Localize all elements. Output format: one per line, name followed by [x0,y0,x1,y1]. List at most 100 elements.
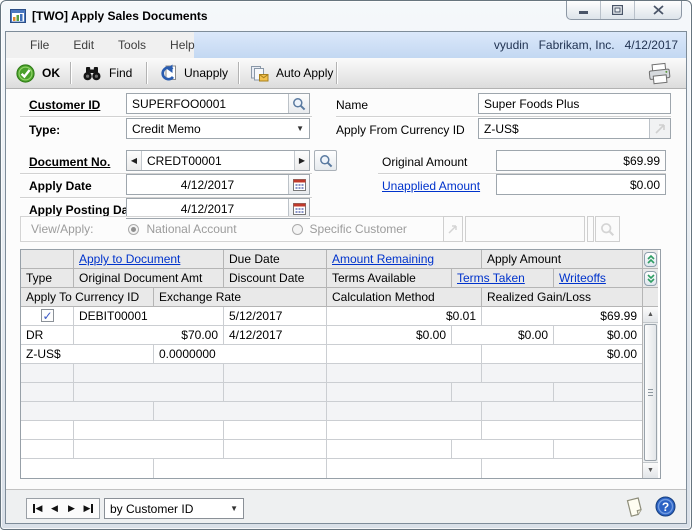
toolbar-separator [70,62,71,84]
apply-checkbox-cell[interactable] [21,307,74,325]
cell-realized-gain-loss[interactable]: $0.00 [482,345,642,363]
document-no-lookup-button[interactable] [314,150,337,171]
sort-by-dropdown[interactable]: by Customer ID ▼ [104,498,244,519]
cell-original-document-amt[interactable]: $70.00 [74,326,224,344]
previous-record-button[interactable]: ◀ [46,500,63,517]
toolbar-separator [238,62,239,84]
grid-cell[interactable] [21,440,74,458]
help-icon[interactable]: ? [655,496,676,517]
cell-type[interactable]: DR [21,326,74,344]
cell-amount-remaining[interactable]: $0.01 [327,307,482,325]
header-apply-to-document-link[interactable]: Apply to Document [79,252,180,266]
menu-help[interactable]: Help [158,32,207,58]
browse-next-button[interactable]: ▶ [294,151,309,170]
cell-apply-to-currency-id[interactable]: Z-US$ [21,345,154,363]
menu-tools[interactable]: Tools [106,32,158,58]
document-no-input[interactable] [142,151,294,170]
customer-id-label[interactable]: Customer ID [29,98,100,112]
scroll-down-arrow[interactable]: ▼ [643,462,658,478]
document-no-label[interactable]: Document No. [29,155,110,169]
divider [336,116,671,117]
magnifier-icon [292,97,306,111]
grid-cell[interactable] [224,364,327,382]
browse-previous-button[interactable]: ◀ [127,151,142,170]
grid-cell[interactable] [224,421,327,439]
grid-cell[interactable] [327,364,482,382]
menu-file[interactable]: File [18,32,61,58]
cell-terms-taken[interactable]: $0.00 [452,326,554,344]
header-terms-available: Terms Available [327,269,452,287]
cell-discount-date[interactable]: 4/12/2017 [224,326,327,344]
grid-cell[interactable] [224,440,327,458]
grid-cell[interactable] [74,383,224,401]
grid-cell[interactable] [327,440,452,458]
svg-text:?: ? [662,500,669,514]
grid-cell[interactable] [452,383,554,401]
grid-cell[interactable] [327,402,482,420]
grid-cell[interactable] [482,421,642,439]
grid-cell[interactable] [554,383,642,401]
note-icon[interactable] [623,494,647,519]
apply-date-calendar-button[interactable] [288,175,309,194]
minimize-button[interactable] [567,1,601,19]
grid-cell[interactable] [327,459,482,478]
type-dropdown[interactable]: Credit Memo ▼ [126,118,310,139]
cell-writeoffs[interactable]: $0.00 [554,326,642,344]
print-button[interactable] [640,61,680,85]
header-writeoffs-link[interactable]: Writeoffs [559,271,606,285]
grid-cell[interactable] [327,421,482,439]
grid-cell[interactable] [21,364,74,382]
radio-specific-customer-label: Specific Customer [310,222,407,236]
header-apply-to-currency-id: Apply To Currency ID [21,288,154,306]
collapse-rows-button[interactable] [644,252,657,267]
grid-cell[interactable] [154,459,327,478]
session-user: vyudin [494,32,529,58]
menu-edit[interactable]: Edit [61,32,106,58]
unapply-arrow-icon [158,64,177,82]
grid-cell[interactable] [74,440,224,458]
grid-cell[interactable] [554,440,642,458]
grid-cell[interactable] [74,364,224,382]
ok-button[interactable]: OK [10,61,66,85]
bar-icon [33,504,35,513]
unapplied-amount-link[interactable]: Unapplied Amount [382,179,480,193]
auto-apply-button[interactable]: Auto Apply [244,61,339,85]
apply-date-input[interactable] [127,175,288,194]
grid-cell[interactable] [74,421,224,439]
cell-calculation-method[interactable] [327,345,482,363]
cell-apply-to-document[interactable]: DEBIT00001 [74,307,224,325]
header-type: Type [21,269,74,287]
grid-cell[interactable] [21,421,74,439]
find-button[interactable]: Find [76,61,138,85]
unapply-button[interactable]: Unapply [152,61,234,85]
customer-id-input[interactable] [127,94,288,113]
grid-row-empty [21,383,642,402]
grid-cell[interactable] [482,402,642,420]
scrollbar-thumb[interactable] [644,324,657,461]
grid-cell[interactable] [482,364,642,382]
grid-cell[interactable] [21,383,74,401]
header-amount-remaining-link[interactable]: Amount Remaining [332,252,434,266]
customer-id-lookup-button[interactable] [288,94,309,113]
cell-exchange-rate[interactable]: 0.0000000 [154,345,327,363]
grid-cell[interactable] [21,459,154,478]
last-record-button[interactable]: ▶ [80,500,97,517]
grid-cell[interactable] [452,440,554,458]
maximize-button[interactable] [601,1,635,19]
close-button[interactable] [635,1,681,19]
grid-cell[interactable] [154,402,327,420]
scroll-up-arrow[interactable]: ▲ [643,307,658,323]
grid-cell[interactable] [224,383,327,401]
first-record-button[interactable]: ◀ [29,500,46,517]
cell-terms-available[interactable]: $0.00 [327,326,452,344]
apply-checkbox[interactable] [41,309,54,322]
cell-apply-amount[interactable]: $69.99 [482,307,642,325]
grid-cell[interactable] [21,402,154,420]
header-terms-taken-link[interactable]: Terms Taken [457,271,525,285]
expand-rows-button[interactable] [644,271,657,286]
cell-due-date[interactable]: 5/12/2017 [224,307,327,325]
grid-cell[interactable] [327,383,452,401]
toolbar: OK Find [6,58,686,89]
grid-cell[interactable] [482,459,642,478]
next-record-button[interactable]: ▶ [63,500,80,517]
